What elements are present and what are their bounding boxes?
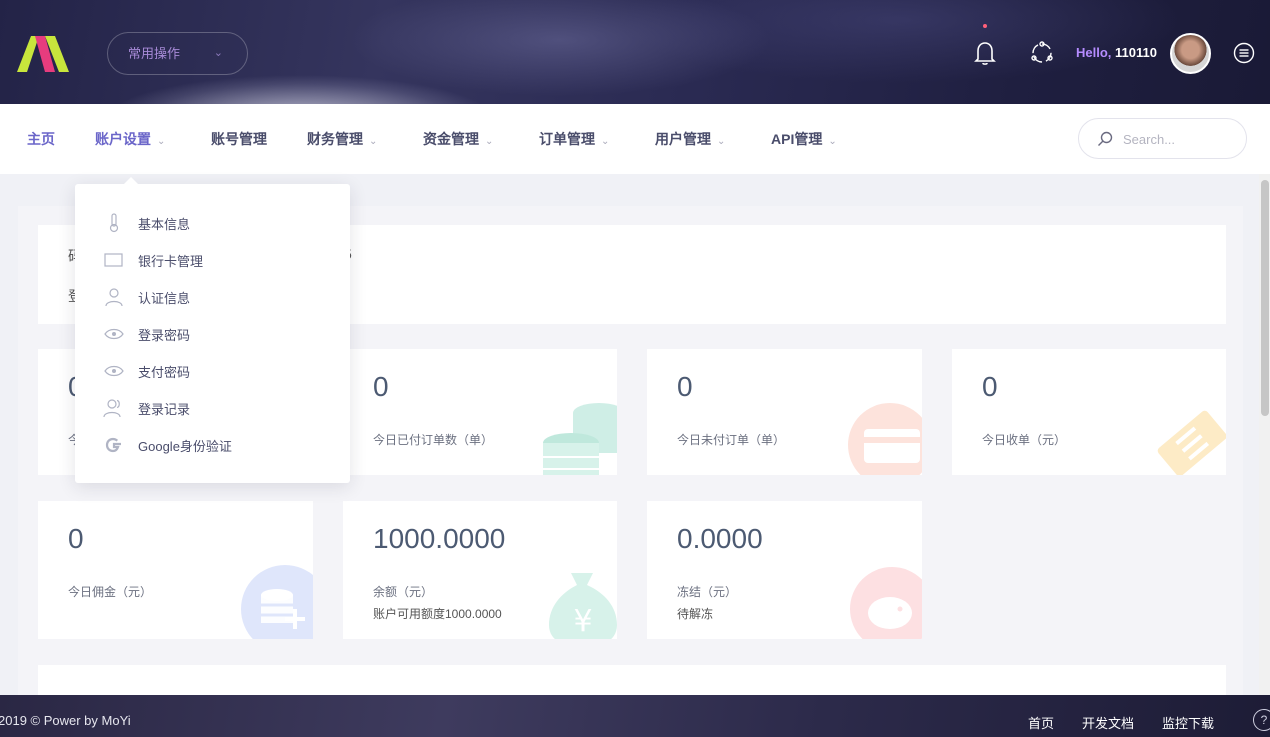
footer-link-docs[interactable]: 开发文档 [1082, 713, 1134, 732]
dropdown-item-label: 基本信息 [138, 217, 191, 232]
nav-item-account-management[interactable]: 账号管理 [211, 104, 267, 174]
nav-item-api[interactable]: API管理 ⌄ [771, 104, 837, 174]
logo-icon[interactable] [17, 36, 69, 72]
nav-item-label: API管理 [771, 131, 823, 147]
user-greeting[interactable]: Hello, 110110 [1076, 45, 1157, 60]
footer-link-monitor-download[interactable]: 监控下载 [1162, 713, 1214, 732]
stat-label: 今日未付订单（单） [677, 433, 786, 447]
username: 110110 [1115, 45, 1157, 60]
main-nav: 主页 账户设置 ⌄ 账号管理 财务管理 ⌄ 资金管理 ⌄ 订单管理 ⌄ 用户管理 ⌄ AP… [0, 104, 1270, 174]
dropdown-item-basic-info[interactable]: 基本信息 [103, 212, 333, 233]
chevron-down-icon: ⌄ [828, 136, 837, 147]
dropdown-item-login-password[interactable]: 登录密码 [103, 323, 333, 343]
chevron-down-icon: ⌄ [369, 136, 378, 147]
dropdown-item-label: 登录记录 [138, 402, 191, 417]
menu-icon[interactable] [1233, 42, 1255, 64]
nav-item-orders[interactable]: 订单管理 ⌄ [539, 104, 609, 174]
piggy-bank-icon [850, 567, 922, 639]
dropdown-item-login-records[interactable]: 登录记录 [103, 397, 333, 418]
stat-card-unpaid-orders: 0 今日未付订单（单） [647, 349, 922, 475]
user-icon [105, 288, 123, 307]
stat-card-balance: 1000.0000 余额（元） 账户可用额度1000.0000 ¥ [343, 501, 617, 639]
ticket-icon [1157, 410, 1226, 475]
search-input[interactable] [1123, 129, 1233, 149]
money-bag-icon: ¥ [549, 573, 617, 639]
stat-label: 今日佣金（元） [68, 585, 153, 599]
nav-item-home[interactable]: 主页 [27, 104, 55, 174]
chevron-down-icon: ⌄ [601, 136, 610, 147]
dropdown-item-bank-cards[interactable]: 银行卡管理 [103, 249, 333, 269]
top-header: 常用操作 ⌄ Hello, 110110 [0, 0, 1270, 104]
chevron-down-icon: ⌄ [213, 47, 223, 59]
nav-item-label: 用户管理 [655, 131, 711, 147]
stat-value: 0 [373, 371, 389, 402]
dropdown-item-label: Google身份验证 [138, 439, 232, 454]
dropdown-item-pay-password[interactable]: 支付密码 [103, 360, 333, 380]
wallet-icon [848, 403, 922, 475]
bell-icon[interactable] [973, 40, 997, 66]
dropdown-arrow [123, 177, 139, 185]
footer: 2019 © Power by MoYi 首页 开发文档 监控下载 ? [0, 695, 1270, 737]
stat-label: 今日已付订单数（单） [373, 433, 494, 447]
stat-card-today-income: 0 今日收单（元） [952, 349, 1226, 475]
users-icon [103, 399, 121, 418]
database-add-icon [241, 565, 313, 639]
nav-item-funds[interactable]: 资金管理 ⌄ [423, 104, 493, 174]
avatar[interactable] [1170, 33, 1211, 74]
notification-dot [983, 24, 987, 28]
search-box[interactable] [1078, 118, 1247, 159]
stat-label: 冻结（元） [677, 585, 738, 599]
share-icon[interactable] [1029, 40, 1055, 66]
stat-label: 余额（元） [373, 585, 434, 599]
scrollbar-thumb[interactable] [1261, 180, 1269, 416]
chevron-down-icon: ⌄ [717, 136, 726, 147]
chevron-down-icon: ⌄ [485, 136, 494, 147]
nav-item-label: 账号管理 [211, 131, 267, 147]
dropdown-item-label: 银行卡管理 [138, 254, 204, 269]
nav-item-label: 财务管理 [307, 131, 363, 147]
stat-value: 0 [68, 523, 84, 554]
nav-item-label: 账户设置 [95, 131, 151, 147]
eye-icon [104, 365, 124, 377]
stat-sub-label: 待解冻 [677, 607, 714, 621]
dropdown-item-label: 认证信息 [138, 291, 191, 306]
dropdown-item-label: 登录密码 [138, 328, 191, 343]
card-icon [104, 253, 123, 267]
nav-item-account-settings[interactable]: 账户设置 ⌄ [95, 104, 165, 174]
stat-value: 0 [677, 371, 693, 402]
stat-sub-label: 账户可用额度1000.0000 [373, 607, 502, 621]
copyright: 2019 © Power by MoYi [0, 713, 131, 728]
eye-icon [104, 328, 124, 340]
quick-ops-label: 常用操作 [128, 46, 181, 61]
dropdown-item-label: 支付密码 [138, 365, 191, 380]
stat-card-frozen: 0.0000 冻结（元） 待解冻 [647, 501, 922, 639]
stat-label: 今日收单（元） [982, 433, 1067, 447]
stat-value: 0.0000 [677, 523, 763, 554]
google-icon [105, 437, 121, 453]
nav-item-label: 订单管理 [539, 131, 595, 147]
help-icon[interactable]: ? [1253, 709, 1270, 731]
stat-card-commission: 0 今日佣金（元） [38, 501, 313, 639]
nav-item-label: 主页 [27, 131, 55, 147]
chevron-down-icon: ⌄ [157, 136, 166, 147]
coins-icon [543, 403, 617, 475]
search-icon [1098, 131, 1113, 146]
account-settings-dropdown: 基本信息 银行卡管理 认证信息 登录密码 支付密码 登录记录 Google身份验… [75, 177, 350, 483]
dropdown-item-verification[interactable]: 认证信息 [103, 286, 333, 307]
svg-text:¥: ¥ [573, 604, 592, 639]
nav-item-label: 资金管理 [423, 131, 479, 147]
stat-value: 1000.0000 [373, 523, 506, 554]
stat-card-paid-orders: 0 今日已付订单数（单） [343, 349, 617, 475]
quick-ops-dropdown[interactable]: 常用操作 ⌄ [107, 32, 248, 75]
nav-item-finance[interactable]: 财务管理 ⌄ [307, 104, 377, 174]
hello-prefix: Hello, [1076, 45, 1112, 60]
bottom-panel [38, 665, 1226, 695]
stat-value: 0 [982, 371, 998, 402]
footer-link-home[interactable]: 首页 [1028, 713, 1054, 732]
thermometer-icon [109, 213, 119, 233]
dropdown-item-google-auth[interactable]: Google身份验证 [103, 434, 333, 454]
nav-item-users[interactable]: 用户管理 ⌄ [655, 104, 725, 174]
